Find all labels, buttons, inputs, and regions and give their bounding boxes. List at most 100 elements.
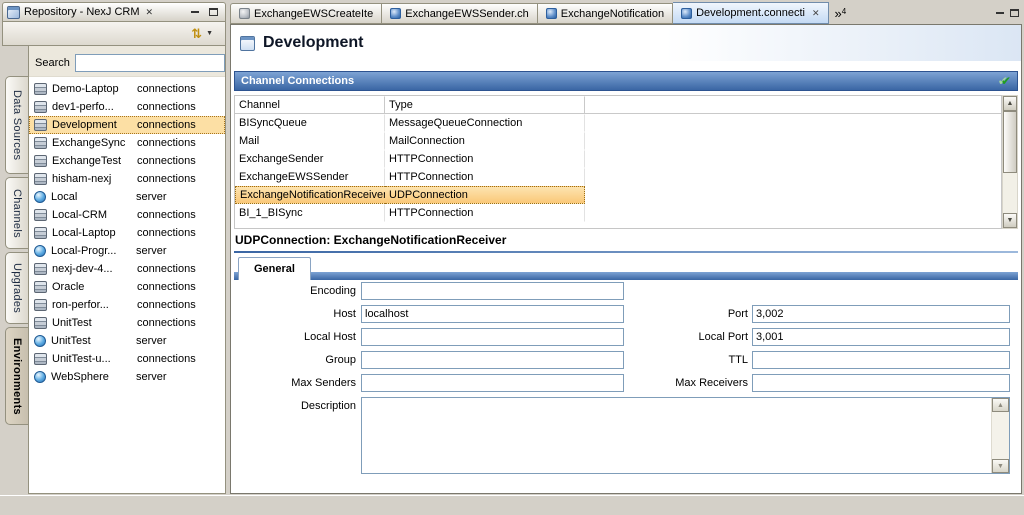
list-item[interactable]: Developmentconnections (29, 116, 225, 134)
editor-tab-exchangeewscreateite[interactable]: ExchangeEWSCreateIte (230, 3, 382, 24)
list-item[interactable]: Local-Laptopconnections (29, 224, 225, 242)
connections-icon (34, 227, 47, 239)
max-senders-label: Max Senders (259, 377, 356, 389)
list-item[interactable]: Local-Progr...server (29, 242, 225, 260)
close-icon[interactable]: ✕ (812, 8, 820, 19)
ttl-input[interactable] (752, 351, 1010, 369)
repository-titlebar: Repository - NexJ CRM ✕ (2, 2, 226, 22)
editor-tab-exchangenotification[interactable]: ExchangeNotification (538, 3, 673, 24)
max-receivers-input[interactable] (752, 374, 1010, 392)
item-type: connections (137, 155, 196, 167)
table-row[interactable]: BISyncQueueMessageQueueConnection (235, 114, 1001, 132)
table-row[interactable]: ExchangeNotificationReceiverUDPConnectio… (235, 186, 1001, 204)
development-page-icon (240, 36, 255, 51)
list-item[interactable]: WebSphereserver (29, 368, 225, 386)
search-label: Search (35, 57, 70, 69)
list-item[interactable]: UnitTest-u...connections (29, 350, 225, 368)
list-item[interactable]: Oracleconnections (29, 278, 225, 296)
table-row[interactable]: ExchangeEWSSenderHTTPConnection (235, 168, 1001, 186)
connections-icon (34, 137, 47, 149)
group-input[interactable] (361, 351, 624, 369)
host-input[interactable] (361, 305, 624, 323)
description-input[interactable]: ▲ ▼ (361, 397, 1010, 474)
tab-overflow-chevron[interactable]: »4 (835, 7, 847, 20)
item-name: UnitTest (51, 335, 136, 347)
application-window: Repository - NexJ CRM ✕ ⇅ ▼ Data Sources… (0, 0, 1024, 515)
connections-icon (34, 263, 47, 275)
scroll-up-icon[interactable]: ▲ (1003, 96, 1017, 111)
search-input[interactable] (75, 54, 225, 72)
list-item[interactable]: Localserver (29, 188, 225, 206)
encoding-input[interactable] (361, 282, 624, 300)
max-senders-input[interactable] (361, 374, 624, 392)
repository-toolbar: ⇅ ▼ (2, 22, 226, 46)
table-row[interactable]: BI_1_BISyncHTTPConnection (235, 204, 1001, 222)
list-item[interactable]: UnitTestserver (29, 332, 225, 350)
sidebar-tab-upgrades[interactable]: Upgrades (5, 252, 28, 324)
editor-body: Development Channel Connections ✔ ✔ Chan… (230, 24, 1022, 494)
channel-cell: BISyncQueue (235, 114, 385, 132)
list-item[interactable]: Local-CRMconnections (29, 206, 225, 224)
sidebar-tab-data-sources[interactable]: Data Sources (5, 76, 28, 174)
item-name: Local (51, 191, 136, 203)
scrollbar-thumb[interactable] (1003, 111, 1017, 173)
sidebar-tab-channels[interactable]: Channels (5, 177, 28, 249)
channel-table: ChannelType BISyncQueueMessageQueueConne… (234, 95, 1002, 229)
channel-file-icon (681, 8, 692, 19)
list-item[interactable]: UnitTestconnections (29, 314, 225, 332)
description-scrollbar[interactable]: ▲ ▼ (991, 398, 1009, 473)
channel-file-icon (239, 8, 250, 19)
scroll-down-icon[interactable]: ▼ (992, 459, 1009, 473)
empty-cell (585, 132, 1001, 150)
type-cell: UDPConnection (385, 186, 585, 204)
description-value (365, 400, 989, 471)
host-label: Host (259, 308, 356, 320)
column-header-channel: Channel (235, 96, 385, 114)
toolbar-menu-chevron-icon[interactable]: ▼ (206, 30, 213, 37)
validate-check-icon[interactable]: ✔ ✔ (998, 75, 1011, 87)
group-label: Group (259, 354, 356, 366)
type-cell: MailConnection (385, 132, 585, 150)
item-name: nexj-dev-4... (52, 263, 137, 275)
item-name: WebSphere (51, 371, 136, 383)
item-type: server (136, 335, 167, 347)
list-item[interactable]: nexj-dev-4...connections (29, 260, 225, 278)
maximize-icon[interactable] (206, 6, 221, 19)
local-host-input[interactable] (361, 328, 624, 346)
editor-tab-development-connecti[interactable]: Development.connecti✕ (673, 2, 828, 24)
tab-general[interactable]: General (238, 257, 311, 280)
scroll-down-icon[interactable]: ▼ (1003, 213, 1017, 228)
item-name: ron-perfor... (52, 299, 137, 311)
sync-icon[interactable]: ⇅ (191, 27, 202, 40)
scroll-up-icon[interactable]: ▲ (992, 398, 1009, 412)
list-item[interactable]: dev1-perfo...connections (29, 98, 225, 116)
table-scrollbar[interactable]: ▲ ▼ (1002, 95, 1018, 229)
minimize-icon[interactable] (187, 6, 202, 19)
item-type: connections (137, 299, 196, 311)
repository-view: Repository - NexJ CRM ✕ ⇅ ▼ Data Sources… (2, 2, 226, 494)
table-row[interactable]: ExchangeSenderHTTPConnection (235, 150, 1001, 168)
encoding-label: Encoding (259, 285, 356, 297)
item-type: server (136, 371, 167, 383)
item-type: connections (137, 137, 196, 149)
close-icon[interactable]: ✕ (144, 7, 156, 18)
list-item[interactable]: ExchangeSyncconnections (29, 134, 225, 152)
tab-overflow-count: 4 (842, 7, 846, 16)
maximize-icon[interactable] (1007, 7, 1022, 20)
server-icon (34, 245, 46, 257)
item-name: dev1-perfo... (52, 101, 137, 113)
local-port-input[interactable] (752, 328, 1010, 346)
table-row[interactable]: MailMailConnection (235, 132, 1001, 150)
check-front-icon: ✔ (1001, 75, 1011, 87)
minimize-icon[interactable] (992, 7, 1007, 20)
item-type: server (136, 191, 167, 203)
port-input[interactable] (752, 305, 1010, 323)
editor-tab-exchangeewssender-ch[interactable]: ExchangeEWSSender.ch (382, 3, 538, 24)
list-item[interactable]: ron-perfor...connections (29, 296, 225, 314)
list-item[interactable]: ExchangeTestconnections (29, 152, 225, 170)
list-item[interactable]: hisham-nexjconnections (29, 170, 225, 188)
sidebar-tab-environments[interactable]: Environments (5, 327, 28, 425)
list-item[interactable]: Demo-Laptopconnections (29, 80, 225, 98)
item-type: connections (137, 209, 196, 221)
item-name: ExchangeTest (52, 155, 137, 167)
